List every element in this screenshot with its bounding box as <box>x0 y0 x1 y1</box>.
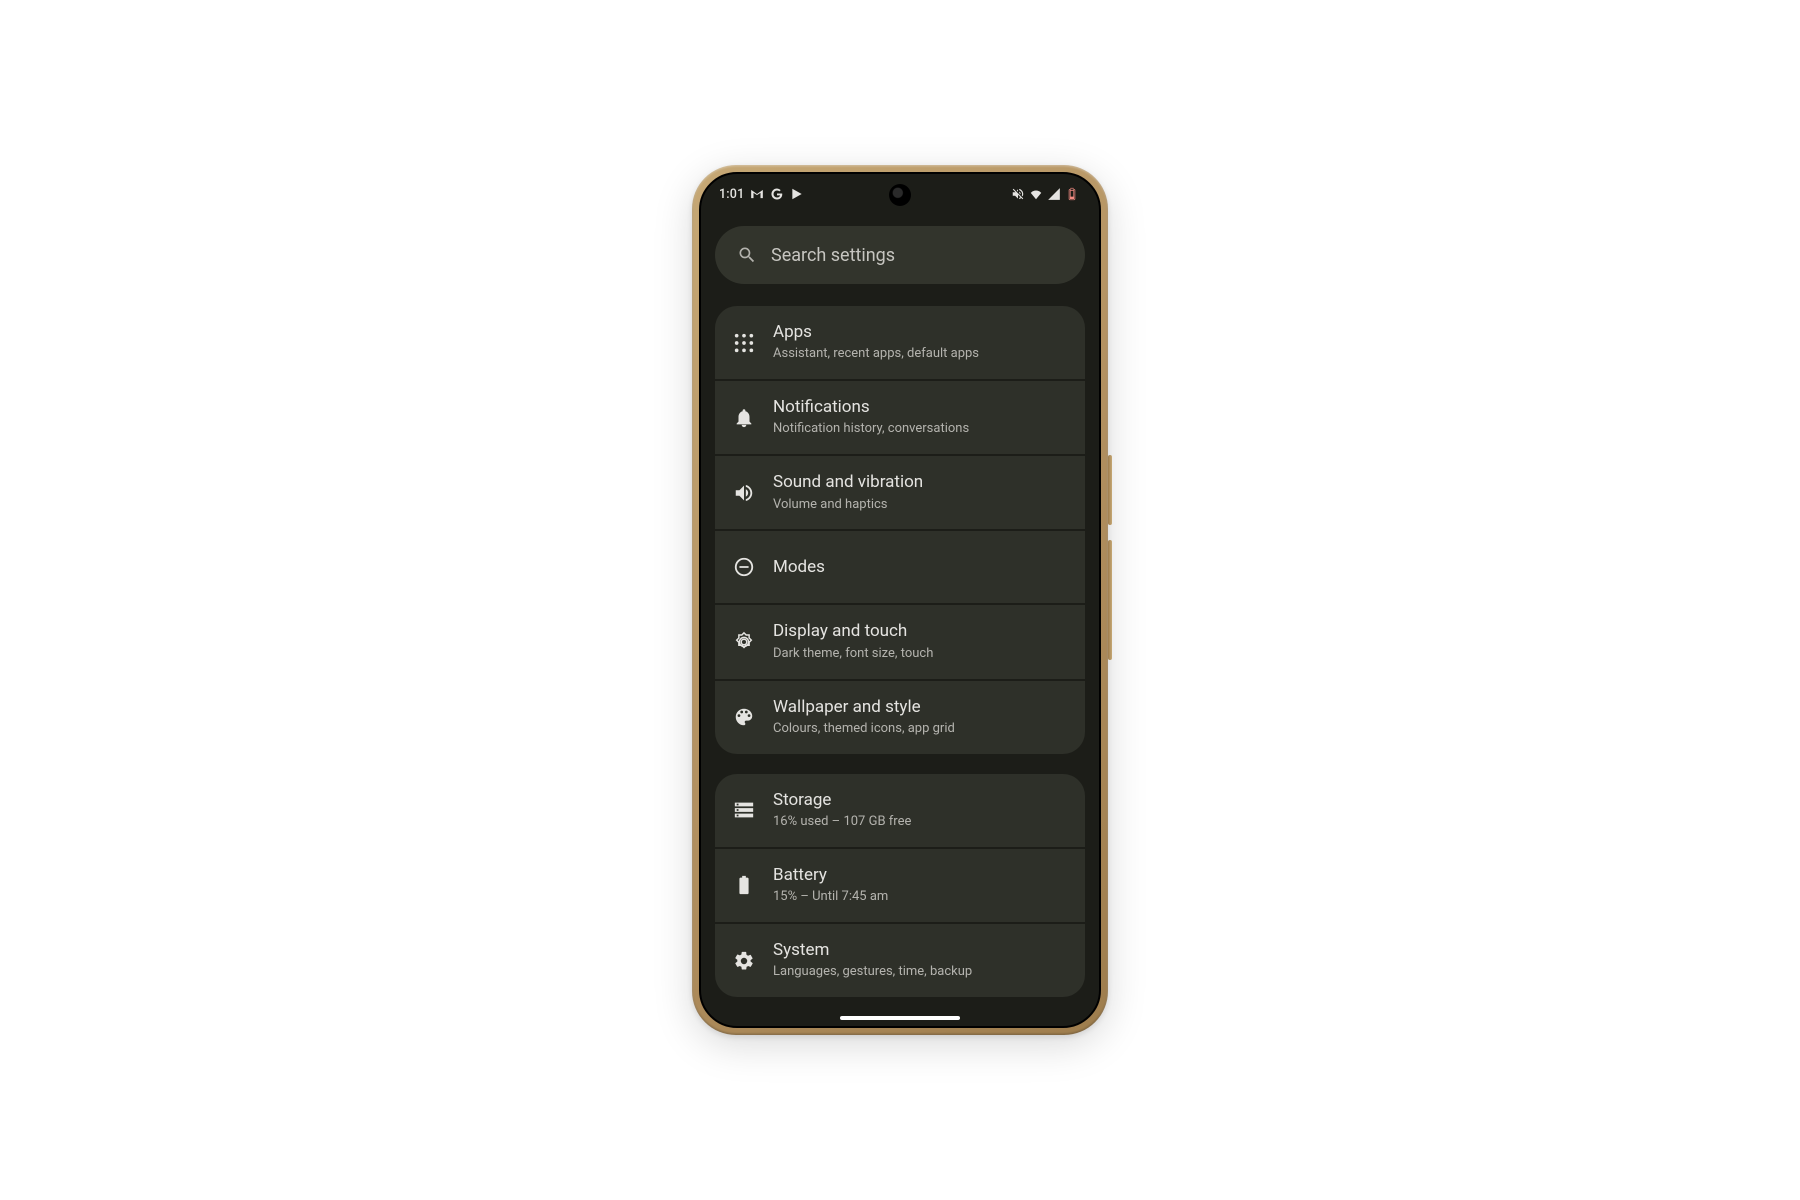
settings-row-sound[interactable]: Sound and vibration Volume and haptics <box>715 456 1085 529</box>
brightness-icon <box>733 631 755 653</box>
battery-icon <box>733 874 755 896</box>
muted-icon <box>1011 187 1025 201</box>
battery-low-icon <box>1065 187 1079 201</box>
volume-icon <box>733 482 755 504</box>
row-subtitle: Assistant, recent apps, default apps <box>773 346 979 363</box>
settings-row-storage[interactable]: Storage 16% used – 107 GB free <box>715 774 1085 847</box>
row-title: Battery <box>773 865 888 886</box>
row-title: Wallpaper and style <box>773 697 955 718</box>
row-subtitle: Languages, gestures, time, backup <box>773 964 972 981</box>
settings-row-modes[interactable]: Modes <box>715 531 1085 603</box>
row-title: Display and touch <box>773 621 933 642</box>
play-icon <box>790 187 804 201</box>
row-title: Notifications <box>773 397 969 418</box>
gear-icon <box>733 950 755 972</box>
settings-row-notifications[interactable]: Notifications Notification history, conve… <box>715 381 1085 454</box>
settings-row-wallpaper[interactable]: Wallpaper and style Colours, themed icons… <box>715 681 1085 754</box>
row-title: Apps <box>773 322 979 343</box>
gmail-icon <box>750 187 764 201</box>
row-subtitle: 15% – Until 7:45 am <box>773 889 888 906</box>
row-title: Sound and vibration <box>773 472 923 493</box>
search-placeholder: Search settings <box>771 245 895 266</box>
row-subtitle: Volume and haptics <box>773 497 923 514</box>
settings-row-battery[interactable]: Battery 15% – Until 7:45 am <box>715 849 1085 922</box>
dnd-icon <box>733 556 755 578</box>
search-icon <box>737 245 757 265</box>
storage-icon <box>733 799 755 821</box>
phone-frame: 1:01 Search settings Apps Assistant, rece… <box>692 165 1108 1035</box>
row-subtitle: Colours, themed icons, app grid <box>773 721 955 738</box>
row-subtitle: Dark theme, font size, touch <box>773 646 933 663</box>
row-subtitle: Notification history, conversations <box>773 421 969 438</box>
apps-icon <box>733 332 755 354</box>
settings-group: Apps Assistant, recent apps, default apps… <box>715 306 1085 754</box>
front-camera <box>889 184 911 206</box>
settings-group: Storage 16% used – 107 GB free Battery 15% … <box>715 774 1085 997</box>
gesture-bar[interactable] <box>840 1016 960 1020</box>
status-time: 1:01 <box>719 187 744 202</box>
settings-row-system[interactable]: System Languages, gestures, time, backup <box>715 924 1085 997</box>
row-title: System <box>773 940 972 961</box>
signal-icon <box>1047 187 1061 201</box>
wifi-icon <box>1029 187 1043 201</box>
google-icon <box>770 187 784 201</box>
search-settings[interactable]: Search settings <box>715 226 1085 284</box>
row-title: Storage <box>773 790 911 811</box>
settings-list: Apps Assistant, recent apps, default apps… <box>701 306 1099 997</box>
palette-icon <box>733 706 755 728</box>
settings-row-display[interactable]: Display and touch Dark theme, font size, … <box>715 605 1085 678</box>
row-title: Modes <box>773 557 825 578</box>
bell-icon <box>733 407 755 429</box>
screen: 1:01 Search settings Apps Assistant, rece… <box>699 172 1101 1028</box>
row-subtitle: 16% used – 107 GB free <box>773 814 911 831</box>
settings-row-apps[interactable]: Apps Assistant, recent apps, default apps <box>715 306 1085 379</box>
